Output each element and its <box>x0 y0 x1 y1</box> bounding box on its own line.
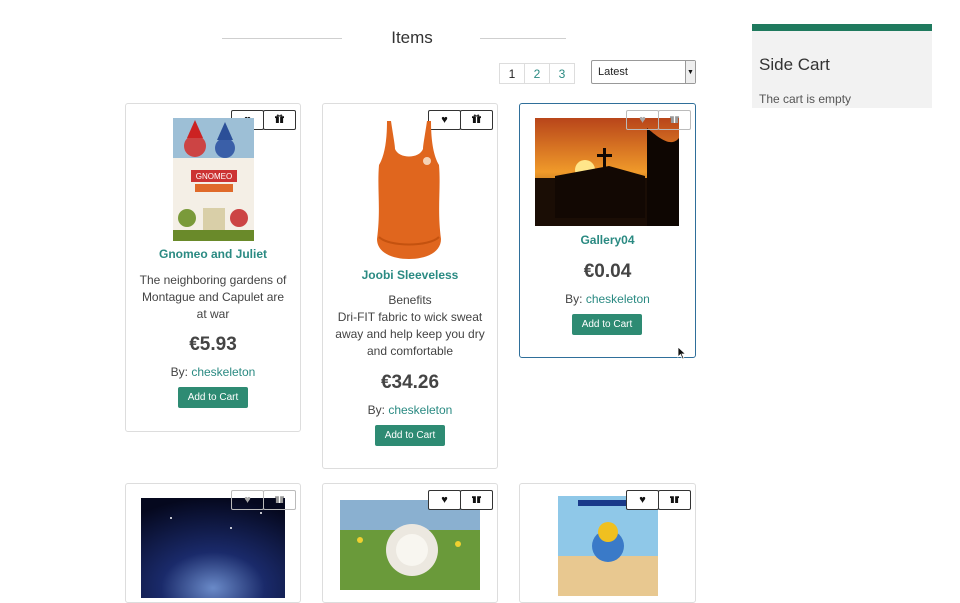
author-link[interactable]: cheskeleton <box>191 365 255 379</box>
gift-button[interactable] <box>263 110 296 130</box>
product-image[interactable]: GNOMEO <box>173 118 254 241</box>
divider <box>480 38 566 39</box>
author-link[interactable]: cheskeleton <box>586 292 650 306</box>
product-author: By: cheskeleton <box>323 403 497 417</box>
card-actions: ♥ <box>626 490 691 510</box>
heart-icon: ♥ <box>639 114 646 126</box>
product-price: €5.93 <box>189 334 237 355</box>
add-to-cart-button[interactable]: Add to Cart <box>572 314 642 335</box>
add-to-cart-button[interactable]: Add to Cart <box>375 425 445 446</box>
product-price: €0.04 <box>583 261 632 282</box>
gift-icon <box>472 114 481 126</box>
description-line: Dri-FIT fabric to wick sweat away and he… <box>335 310 485 358</box>
product-card: ♥ Joobi Sleeveless Benefits Dri-FIT fabr… <box>322 103 498 469</box>
card-actions: ♥ <box>626 110 691 130</box>
product-name[interactable]: Joobi Sleeveless <box>323 268 497 282</box>
product-card: ♥ <box>125 483 301 603</box>
by-label: By: <box>367 403 385 417</box>
product-card: ♥ Gallery04 €0.04 By: cheskeleton Add to… <box>519 103 696 358</box>
product-card: ♥ GNOMEO Gnomeo and Juliet The neighbori… <box>125 103 301 432</box>
gift-button[interactable] <box>263 490 296 510</box>
product-name[interactable]: Gnomeo and Juliet <box>126 247 300 261</box>
chevron-down-icon: ▼ <box>685 61 695 83</box>
heart-icon: ♥ <box>441 494 448 506</box>
card-actions: ♥ <box>231 490 296 510</box>
description-line: Benefits <box>388 293 432 307</box>
product-image[interactable] <box>535 118 679 226</box>
wishlist-button[interactable]: ♥ <box>626 110 659 130</box>
product-image[interactable] <box>369 119 449 262</box>
side-cart: Side Cart The cart is empty <box>752 24 932 108</box>
gift-button[interactable] <box>658 110 691 130</box>
product-image[interactable] <box>141 498 285 598</box>
by-label: By: <box>565 292 583 306</box>
heart-icon: ♥ <box>639 494 646 506</box>
page-3-button[interactable]: 3 <box>549 63 575 84</box>
gift-icon <box>472 494 481 506</box>
items-heading: Items <box>222 28 566 50</box>
mouse-cursor-icon <box>677 346 687 365</box>
gift-icon <box>275 114 284 126</box>
by-label: By: <box>170 365 188 379</box>
author-link[interactable]: cheskeleton <box>388 403 452 417</box>
product-image[interactable] <box>558 496 658 596</box>
product-image[interactable] <box>340 500 480 590</box>
product-author: By: cheskeleton <box>126 365 300 379</box>
page-1-button[interactable]: 1 <box>499 63 525 84</box>
card-actions: ♥ <box>428 490 493 510</box>
side-cart-empty-text: The cart is empty <box>759 92 852 106</box>
gift-button[interactable] <box>658 490 691 510</box>
page-2-button[interactable]: 2 <box>524 63 550 84</box>
product-card: ♥ <box>519 483 696 603</box>
gift-icon <box>275 494 284 506</box>
side-cart-title: Side Cart <box>759 55 830 74</box>
divider <box>222 38 342 39</box>
sort-select-value: Latest <box>598 66 628 78</box>
product-description: The neighboring gardens of Montague and … <box>139 273 287 321</box>
add-to-cart-button[interactable]: Add to Cart <box>178 387 248 408</box>
sort-select[interactable]: Latest ▼ <box>591 60 696 84</box>
heart-icon: ♥ <box>244 494 251 506</box>
wishlist-button[interactable]: ♥ <box>428 490 461 510</box>
product-author: By: cheskeleton <box>520 292 695 306</box>
product-description: Benefits Dri-FIT fabric to wick sweat aw… <box>333 292 487 360</box>
product-name[interactable]: Gallery04 <box>520 233 695 247</box>
product-price: €34.26 <box>380 372 440 393</box>
gift-button[interactable] <box>460 110 493 130</box>
gift-button[interactable] <box>460 490 493 510</box>
gift-icon <box>670 114 679 126</box>
pagination: 1 2 3 <box>499 63 575 84</box>
wishlist-button[interactable]: ♥ <box>626 490 659 510</box>
svg-text:GNOMEO: GNOMEO <box>196 172 232 181</box>
wishlist-button[interactable]: ♥ <box>231 490 264 510</box>
page-title: Items <box>391 28 433 47</box>
gift-icon <box>670 494 679 506</box>
product-card: ♥ <box>322 483 498 603</box>
